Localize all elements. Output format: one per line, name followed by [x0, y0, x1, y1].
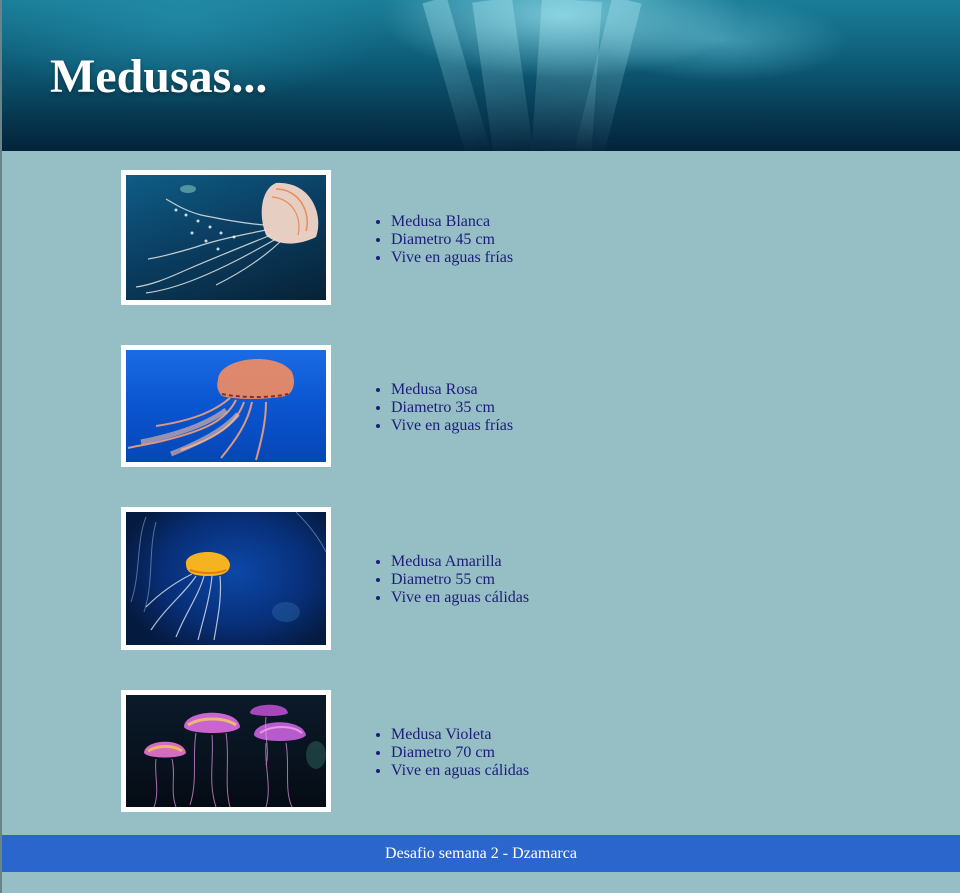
jellyfish-photo-amarilla [121, 507, 331, 650]
header-banner: Medusas... [2, 0, 960, 151]
page-title: Medusas... [50, 50, 268, 103]
jellyfish-habitat: Vive en aguas frías [391, 417, 513, 435]
jellyfish-photo-violeta [121, 690, 331, 812]
jellyfish-amarilla-illustration [130, 512, 326, 641]
jellyfish-diameter: Diametro 45 cm [391, 231, 513, 249]
jellyfish-habitat: Vive en aguas cálidas [391, 589, 529, 607]
jellyfish-diameter: Diametro 55 cm [391, 571, 529, 589]
jellyfish-diameter: Diametro 35 cm [391, 399, 513, 417]
jellyfish-name: Medusa Rosa [391, 381, 513, 399]
jellyfish-info-list: Medusa Rosa Diametro 35 cm Vive en aguas… [373, 381, 513, 435]
footer-text: Desafio semana 2 - Dzamarca [385, 844, 577, 862]
jellyfish-name: Medusa Violeta [391, 726, 529, 744]
jellyfish-habitat: Vive en aguas cálidas [391, 762, 529, 780]
jellyfish-info-list: Medusa Violeta Diametro 70 cm Vive en ag… [373, 726, 529, 780]
jellyfish-info-list: Medusa Amarilla Diametro 55 cm Vive en a… [373, 553, 529, 607]
jellyfish-name: Medusa Blanca [391, 213, 513, 231]
jellyfish-photo-rosa [121, 345, 331, 467]
jellyfish-habitat: Vive en aguas frías [391, 249, 513, 267]
footer-bar: Desafio semana 2 - Dzamarca [2, 835, 960, 872]
jellyfish-rosa-illustration [127, 358, 294, 461]
jellyfish-blanca-illustration [135, 182, 319, 294]
jellyfish-name: Medusa Amarilla [391, 553, 529, 571]
jellyfish-photo-blanca [121, 170, 331, 305]
jellyfish-violeta-illustration [144, 704, 326, 807]
jellyfish-diameter: Diametro 70 cm [391, 744, 529, 762]
jellyfish-info-list: Medusa Blanca Diametro 45 cm Vive en agu… [373, 213, 513, 267]
page: Medusas... • Medusa Blanca • Diametro 45… [0, 0, 960, 893]
